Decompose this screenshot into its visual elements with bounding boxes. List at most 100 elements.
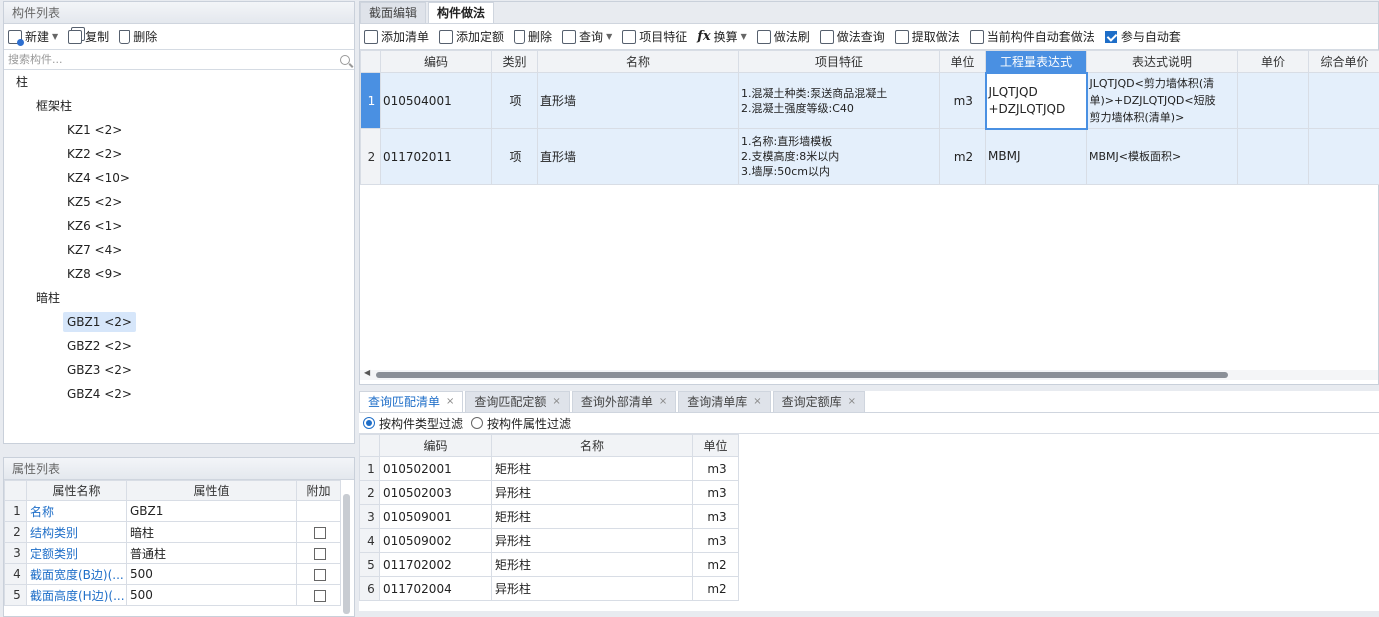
tree-node-item[interactable]: GBZ4 <2> — [67, 384, 132, 404]
query-tab[interactable]: 查询匹配定额× — [465, 391, 569, 412]
project-feature-button[interactable]: 项目特征 — [622, 28, 687, 45]
method-type[interactable]: 项 — [492, 129, 538, 185]
query-row[interactable]: 4010509002异形柱m3 — [360, 529, 739, 553]
query-row[interactable]: 5011702002矩形柱m2 — [360, 553, 739, 577]
query-code[interactable]: 010502001 — [380, 457, 492, 481]
method-unit[interactable]: m2 — [940, 129, 986, 185]
horizontal-scrollbar[interactable]: ◀ — [360, 370, 1378, 380]
tree-node-item[interactable]: KZ2 <2> — [67, 144, 122, 164]
method-total-price[interactable] — [1309, 73, 1379, 129]
method-expression[interactable]: MBMJ — [986, 129, 1087, 185]
tree-node-item[interactable]: GBZ1 <2> — [63, 312, 136, 332]
tree-node-root[interactable]: 柱 — [16, 72, 28, 92]
row-number[interactable]: 2 — [361, 129, 381, 185]
query-name[interactable]: 矩形柱 — [492, 553, 693, 577]
query-unit[interactable]: m3 — [693, 481, 739, 505]
filter-type-radio[interactable] — [363, 417, 375, 429]
query-tab[interactable]: 查询匹配清单× — [359, 391, 463, 412]
join-auto-checkbox[interactable] — [1105, 31, 1117, 43]
search-input[interactable] — [8, 53, 340, 66]
property-value[interactable]: GBZ1 — [127, 501, 297, 522]
extra-checkbox[interactable] — [314, 569, 326, 581]
query-code[interactable]: 011702002 — [380, 553, 492, 577]
method-feature[interactable]: 1.名称:直形墙模板2.支模高度:8米以内3.墙厚:50cm以内 — [739, 129, 940, 185]
tab-section-edit[interactable]: 截面编辑 — [360, 2, 426, 23]
property-row[interactable]: 2结构类别暗柱 — [5, 522, 341, 543]
tree-node-item[interactable]: KZ7 <4> — [67, 240, 122, 260]
method-expr-desc[interactable]: MBMJ<模板面积> — [1087, 129, 1238, 185]
filter-by-attr[interactable]: 按构件属性过滤 — [471, 415, 571, 432]
extra-checkbox[interactable] — [314, 590, 326, 602]
query-unit[interactable]: m3 — [693, 529, 739, 553]
scroll-left-icon[interactable]: ◀ — [364, 368, 370, 377]
add-list-button[interactable]: 添加清单 — [364, 28, 429, 45]
delete-button[interactable]: 删除 — [119, 28, 157, 45]
scrollbar-thumb[interactable] — [376, 372, 1228, 378]
property-value[interactable]: 500 — [127, 585, 297, 606]
close-icon[interactable]: × — [659, 392, 667, 412]
tree-node-item[interactable]: KZ1 <2> — [67, 120, 122, 140]
method-price[interactable] — [1238, 73, 1309, 129]
query-tab[interactable]: 查询清单库× — [678, 391, 770, 412]
method-feature[interactable]: 1.混凝土种类:泵送商品混凝土2.混凝土强度等级:C40 — [739, 73, 940, 129]
method-name[interactable]: 直形墙 — [538, 129, 739, 185]
method-brush-button[interactable]: 做法刷 — [757, 28, 810, 45]
close-icon[interactable]: × — [552, 392, 560, 412]
method-unit[interactable]: m3 — [940, 73, 986, 129]
chevron-down-icon[interactable]: ▼ — [52, 32, 58, 41]
query-tab[interactable]: 查询定额库× — [773, 391, 865, 412]
query-row[interactable]: 3010509001矩形柱m3 — [360, 505, 739, 529]
tree-node-item[interactable]: KZ5 <2> — [67, 192, 122, 212]
extract-method-button[interactable]: 提取做法 — [895, 28, 960, 45]
tree-node-item[interactable]: GBZ3 <2> — [67, 360, 132, 380]
extra-checkbox[interactable] — [314, 548, 326, 560]
tree-node-group[interactable]: 框架柱 — [36, 96, 72, 116]
method-row[interactable]: 2011702011项直形墙1.名称:直形墙模板2.支模高度:8米以内3.墙厚:… — [361, 129, 1379, 185]
close-icon[interactable]: × — [848, 392, 856, 412]
method-type[interactable]: 项 — [492, 73, 538, 129]
close-icon[interactable]: × — [753, 392, 761, 412]
query-name[interactable]: 异形柱 — [492, 577, 693, 601]
chevron-down-icon[interactable]: ▼ — [741, 32, 747, 41]
extra-checkbox[interactable] — [314, 527, 326, 539]
query-name[interactable]: 异形柱 — [492, 481, 693, 505]
join-auto-set-toggle[interactable]: 参与自动套 — [1105, 28, 1181, 45]
tree-node-item[interactable]: KZ4 <10> — [67, 168, 130, 188]
property-row[interactable]: 5截面高度(H边)(...500 — [5, 585, 341, 606]
tree-node-group[interactable]: 暗柱 — [36, 288, 60, 308]
tree-node-item[interactable]: GBZ2 <2> — [67, 336, 132, 356]
property-row[interactable]: 3定额类别普通柱 — [5, 543, 341, 564]
method-expr-desc[interactable]: JLQTJQD<剪力墙体积(清单)>+DZJLQTJQD<短肢剪力墙体积(清单)… — [1087, 73, 1238, 129]
method-code[interactable]: 010504001 — [381, 73, 492, 129]
query-name[interactable]: 矩形柱 — [492, 457, 693, 481]
method-price[interactable] — [1238, 129, 1309, 185]
query-code[interactable]: 010509001 — [380, 505, 492, 529]
filter-by-type[interactable]: 按构件类型过滤 — [363, 415, 463, 432]
auto-set-method-button[interactable]: 当前构件自动套做法 — [970, 28, 1095, 45]
query-button[interactable]: 查询▼ — [562, 28, 612, 45]
property-row[interactable]: 4截面宽度(B边)(...500 — [5, 564, 341, 585]
query-code[interactable]: 010509002 — [380, 529, 492, 553]
query-tab[interactable]: 查询外部清单× — [572, 391, 676, 412]
tree-node-item[interactable]: KZ8 <9> — [67, 264, 122, 284]
query-row[interactable]: 1010502001矩形柱m3 — [360, 457, 739, 481]
method-code[interactable]: 011702011 — [381, 129, 492, 185]
close-icon[interactable]: × — [446, 392, 454, 412]
row-number[interactable]: 1 — [361, 73, 381, 129]
query-unit[interactable]: m3 — [693, 457, 739, 481]
property-value[interactable]: 普通柱 — [127, 543, 297, 564]
add-quota-button[interactable]: 添加定额 — [439, 28, 504, 45]
search-icon[interactable] — [340, 55, 350, 65]
delete-method-button[interactable]: 删除 — [514, 28, 552, 45]
query-row[interactable]: 2010502003异形柱m3 — [360, 481, 739, 505]
copy-button[interactable]: 复制 — [68, 28, 109, 45]
query-unit[interactable]: m3 — [693, 505, 739, 529]
query-unit[interactable]: m2 — [693, 577, 739, 601]
property-value[interactable]: 暗柱 — [127, 522, 297, 543]
method-row[interactable]: 1010504001项直形墙1.混凝土种类:泵送商品混凝土2.混凝土强度等级:C… — [361, 73, 1379, 129]
filter-attr-radio[interactable] — [471, 417, 483, 429]
query-row[interactable]: 6011702004异形柱m2 — [360, 577, 739, 601]
query-unit[interactable]: m2 — [693, 553, 739, 577]
tree-node-item[interactable]: KZ6 <1> — [67, 216, 122, 236]
convert-button[interactable]: fx换算▼ — [697, 28, 747, 45]
